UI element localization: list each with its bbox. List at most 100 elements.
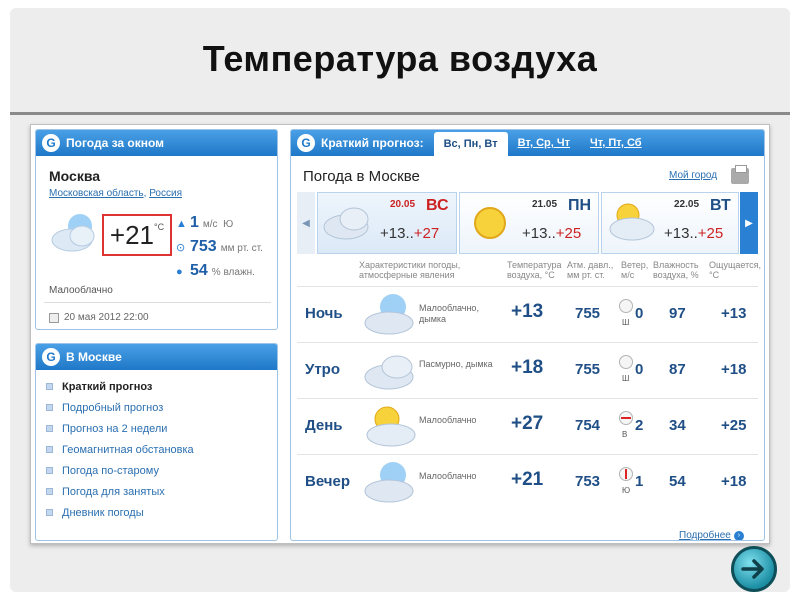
row-name: Утро bbox=[305, 361, 341, 378]
bullet-icon bbox=[46, 467, 53, 474]
day-card-tue[interactable]: 22.05 ВТ +13..+25 bbox=[601, 192, 739, 254]
moscow-links-panel: G В Москве Краткий прогноз Подробный про… bbox=[35, 343, 278, 541]
print-icon[interactable] bbox=[731, 165, 749, 184]
sun-cloud-icon bbox=[366, 406, 416, 447]
bullet-icon bbox=[46, 383, 53, 390]
moscow-links-title: В Москве bbox=[66, 350, 122, 364]
column-header-feels: Ощущается, °C bbox=[709, 260, 762, 280]
temp-separator: .. bbox=[547, 225, 556, 242]
row-humidity: 54 bbox=[669, 473, 686, 490]
link-geomagnetic[interactable]: Геомагнитная обстановка bbox=[46, 439, 277, 460]
link-label: Прогноз на 2 недели bbox=[62, 422, 168, 435]
row-pressure: 755 bbox=[575, 361, 601, 378]
humidity-value: 54 bbox=[190, 262, 208, 279]
chevron-right-icon: › bbox=[733, 530, 744, 540]
temperature-unit: °C bbox=[154, 222, 165, 232]
wind-arrow-icon bbox=[619, 411, 633, 425]
row-feels: +18 bbox=[721, 473, 747, 490]
divider bbox=[44, 302, 271, 303]
next-slide-button[interactable] bbox=[731, 546, 777, 592]
day-card-sun[interactable]: 20.05 ВС +13..+27 bbox=[317, 192, 457, 254]
wind-direction: Ю bbox=[223, 219, 234, 230]
link-label: Краткий прогноз bbox=[62, 380, 153, 393]
sun-cloud-icon bbox=[609, 203, 655, 241]
current-temperature-box: +21 °C bbox=[102, 214, 172, 256]
link-two-weeks[interactable]: Прогноз на 2 недели bbox=[46, 418, 277, 439]
prev-arrow-icon[interactable]: ◀ bbox=[297, 192, 315, 254]
forecast-header: G Краткий прогноз: Вс, Пн, Вт Вт, Ср, Чт… bbox=[291, 130, 764, 156]
moon-cloud-icon bbox=[364, 294, 414, 335]
sun-cloud-icon bbox=[51, 214, 95, 252]
wind-calm-icon bbox=[619, 299, 633, 313]
sun-icon bbox=[474, 207, 506, 239]
row-condition: Пасмурно, дымка bbox=[419, 359, 493, 369]
row-humidity: 34 bbox=[669, 417, 686, 434]
my-city-link[interactable]: Мой город bbox=[669, 170, 717, 181]
slide-title: Температура воздуха bbox=[202, 38, 598, 79]
cloud-icon bbox=[364, 355, 414, 390]
link-short-forecast[interactable]: Краткий прогноз bbox=[46, 376, 277, 397]
row-wind-dir: Ш bbox=[622, 374, 630, 383]
forecast-row-evening: Вечер Малооблачно +21 753 Ю 1 54 +18 bbox=[297, 454, 758, 510]
gismeteo-logo-icon: G bbox=[42, 348, 60, 366]
day-date: 20.05 bbox=[390, 199, 416, 210]
day-low: +13 bbox=[664, 225, 690, 242]
tab-thu-fri-sat[interactable]: Чт, Пт, Сб bbox=[580, 130, 652, 156]
row-feels: +25 bbox=[721, 417, 747, 434]
row-wind-dir: Ш bbox=[622, 318, 630, 327]
arrow-right-icon bbox=[741, 559, 764, 579]
row-humidity: 97 bbox=[669, 305, 686, 322]
day-temps: +13..+27 bbox=[380, 225, 439, 242]
row-temp: +13 bbox=[511, 301, 544, 322]
link-diary[interactable]: Дневник погоды bbox=[46, 502, 277, 523]
row-condition: Малооблачно, дымка bbox=[419, 303, 479, 324]
row-humidity: 87 bbox=[669, 361, 686, 378]
forecast-row-morning: Утро Пасмурно, дымка +18 755 Ш 0 87 +18 bbox=[297, 342, 758, 398]
humidity-unit: % влажн. bbox=[211, 267, 255, 278]
moscow-links-header: G В Москве bbox=[36, 344, 277, 370]
current-temperature: +21 bbox=[109, 220, 154, 250]
current-weather-title: Погода за окном bbox=[66, 136, 165, 150]
row-name: День bbox=[305, 417, 343, 434]
day-name: ПН bbox=[568, 197, 592, 214]
more-link[interactable]: Подробнее › bbox=[679, 530, 744, 540]
row-temp: +21 bbox=[511, 469, 544, 490]
link-busy[interactable]: Погода для занятых bbox=[46, 481, 277, 502]
day-high: +25 bbox=[555, 225, 582, 242]
next-arrow-icon[interactable]: ▶ bbox=[740, 192, 758, 254]
pressure-gauge-icon: ⊙ bbox=[176, 242, 186, 254]
day-date: 21.05 bbox=[532, 199, 558, 210]
day-card-mon[interactable]: 21.05 ПН +13..+25 bbox=[459, 192, 599, 254]
column-header-temp: Температура воздуха, °C bbox=[507, 260, 562, 280]
forecast-title: Погода в Москве bbox=[303, 168, 420, 185]
link-label: Геомагнитная обстановка bbox=[62, 443, 194, 456]
slide-divider bbox=[10, 112, 790, 115]
city-name[interactable]: Москва bbox=[49, 168, 100, 184]
row-pressure: 755 bbox=[575, 305, 601, 322]
pressure-value: 753 bbox=[190, 238, 217, 255]
row-name: Вечер bbox=[305, 473, 351, 490]
wind-calm-icon bbox=[619, 355, 633, 369]
row-condition: Малооблачно bbox=[419, 471, 477, 481]
day-low: +13 bbox=[380, 225, 406, 242]
bullet-icon bbox=[46, 404, 53, 411]
row-wind: 0 bbox=[635, 361, 644, 378]
forecast-header-label: Краткий прогноз: bbox=[321, 136, 424, 150]
wind-value: 1 bbox=[190, 214, 199, 231]
column-header-humidity: Влажность воздуха, % bbox=[653, 260, 699, 280]
row-temp: +18 bbox=[511, 357, 544, 378]
day-date: 22.05 bbox=[674, 199, 700, 210]
row-pressure: 754 bbox=[575, 417, 601, 434]
tab-sun-mon-tue[interactable]: Вс, Пн, Вт bbox=[433, 132, 508, 156]
region-link[interactable]: Московская область bbox=[49, 188, 144, 199]
row-feels: +18 bbox=[721, 361, 747, 378]
link-old-style[interactable]: Погода по-старому bbox=[46, 460, 277, 481]
row-pressure: 753 bbox=[575, 473, 601, 490]
link-detailed-forecast[interactable]: Подробный прогноз bbox=[46, 397, 277, 418]
country-link[interactable]: Россия bbox=[149, 188, 182, 199]
day-high: +25 bbox=[697, 225, 724, 242]
tab-tue-wed-thu[interactable]: Вт, Ср, Чт bbox=[508, 130, 580, 156]
current-condition: Малооблачно bbox=[49, 285, 113, 296]
row-wind: 2 bbox=[635, 417, 644, 434]
bullet-icon bbox=[46, 488, 53, 495]
